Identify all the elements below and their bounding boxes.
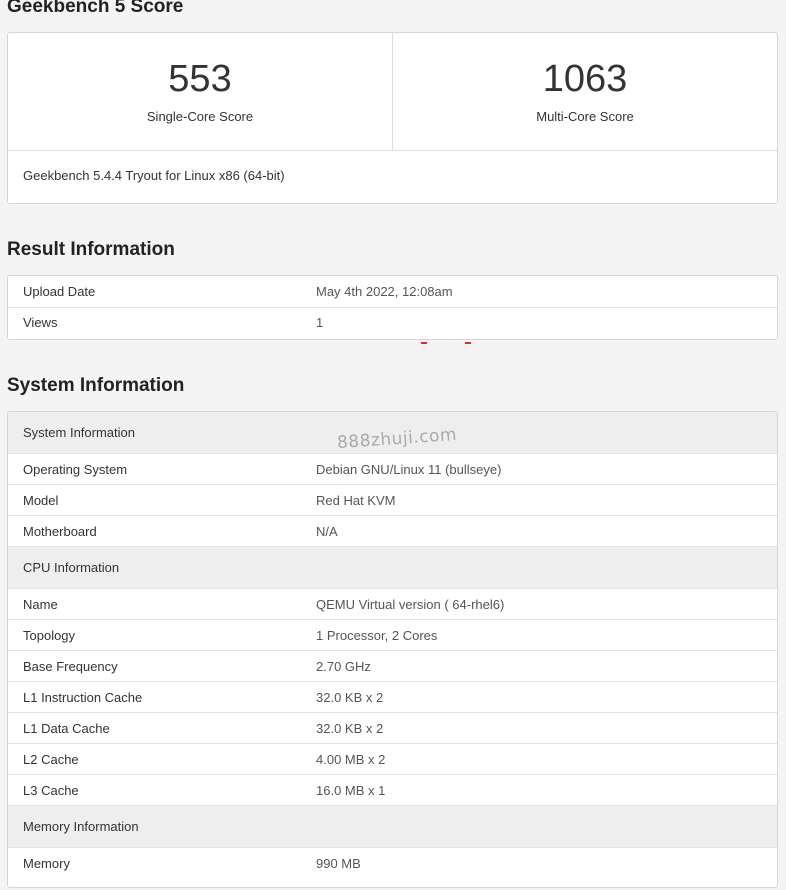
section-header: CPU Information: [8, 546, 777, 589]
table-row: Views 1: [8, 307, 777, 338]
table-row: Model Red Hat KVM: [8, 484, 777, 516]
row-name: Views: [23, 315, 58, 331]
row-name: Motherboard: [8, 515, 301, 547]
row-value: 32.0 KB x 2: [301, 712, 777, 744]
row-value: 990 MB: [316, 855, 361, 871]
row-name: Upload Date: [8, 276, 301, 308]
table-row: L3 Cache 16.0 MB x 1: [8, 774, 777, 806]
row-name: L2 Cache: [8, 743, 301, 775]
table-row: Name QEMU Virtual version ( 64-rhel6): [8, 588, 777, 620]
table-row: L2 Cache 4.00 MB x 2: [8, 743, 777, 775]
table-row: Topology 1 Processor, 2 Cores: [8, 619, 777, 651]
result-section-title: Result Information: [7, 239, 175, 260]
table-row: Upload Date May 4th 2022, 12:08am: [8, 276, 777, 308]
row-name: Base Frequency: [8, 650, 301, 682]
system-table: System Information Operating System Debi…: [8, 412, 777, 879]
table-row: L1 Data Cache 32.0 KB x 2: [8, 712, 777, 744]
table-row: Memory 990 MB: [8, 848, 777, 879]
row-value: QEMU Virtual version ( 64-rhel6): [301, 588, 777, 620]
table-row: Motherboard N/A: [8, 515, 777, 547]
red-dash-mark: [421, 342, 427, 344]
table-row: Operating System Debian GNU/Linux 11 (bu…: [8, 453, 777, 485]
row-value: 1: [316, 315, 324, 331]
score-section-title: Geekbench 5 Score: [7, 0, 184, 17]
system-panel: System Information Operating System Debi…: [7, 411, 778, 888]
row-value: 2.70 GHz: [301, 650, 777, 682]
row-name: L1 Instruction Cache: [8, 681, 301, 713]
row-value: Red Hat KVM: [301, 484, 777, 516]
row-value: 16.0 MB x 1: [301, 774, 777, 806]
row-value: 1 Processor, 2 Cores: [301, 619, 777, 651]
row-name: Operating System: [8, 453, 301, 485]
result-panel: Upload Date May 4th 2022, 12:08am Views …: [7, 275, 778, 340]
section-header-row: Memory Information: [8, 805, 777, 848]
row-value: May 4th 2022, 12:08am: [301, 276, 777, 308]
row-name: L1 Data Cache: [8, 712, 301, 744]
row-value: 4.00 MB x 2: [301, 743, 777, 775]
score-panel: 553 Single-Core Score 1063 Multi-Core Sc…: [7, 32, 778, 204]
multi-core-label: Multi-Core Score: [536, 109, 634, 124]
row-name: Memory: [23, 855, 70, 871]
multi-core-score: 1063: [542, 58, 628, 100]
row-value: 32.0 KB x 2: [301, 681, 777, 713]
row-name: L3 Cache: [8, 774, 301, 806]
row-name: Name: [8, 588, 301, 620]
benchmark-version: Geekbench 5.4.4 Tryout for Linux x86 (64…: [23, 168, 285, 183]
single-core-label: Single-Core Score: [146, 109, 254, 124]
scores-row: 553 Single-Core Score 1063 Multi-Core Sc…: [8, 33, 777, 151]
table-row: L1 Instruction Cache 32.0 KB x 2: [8, 681, 777, 713]
row-name: Model: [8, 484, 301, 516]
single-core-score: 553: [168, 58, 232, 100]
row-value: N/A: [301, 515, 777, 547]
result-table: Upload Date May 4th 2022, 12:08am Views …: [8, 276, 777, 338]
multi-core-cell: 1063 Multi-Core Score: [392, 33, 777, 150]
section-header-row: CPU Information: [8, 546, 777, 589]
table-row: Base Frequency 2.70 GHz: [8, 650, 777, 682]
red-dash-mark: [465, 342, 471, 344]
single-core-cell: 553 Single-Core Score: [8, 33, 392, 150]
system-section-title: System Information: [7, 375, 185, 396]
row-name: Topology: [8, 619, 301, 651]
section-header: Memory Information: [8, 805, 777, 848]
row-value: Debian GNU/Linux 11 (bullseye): [301, 453, 777, 485]
